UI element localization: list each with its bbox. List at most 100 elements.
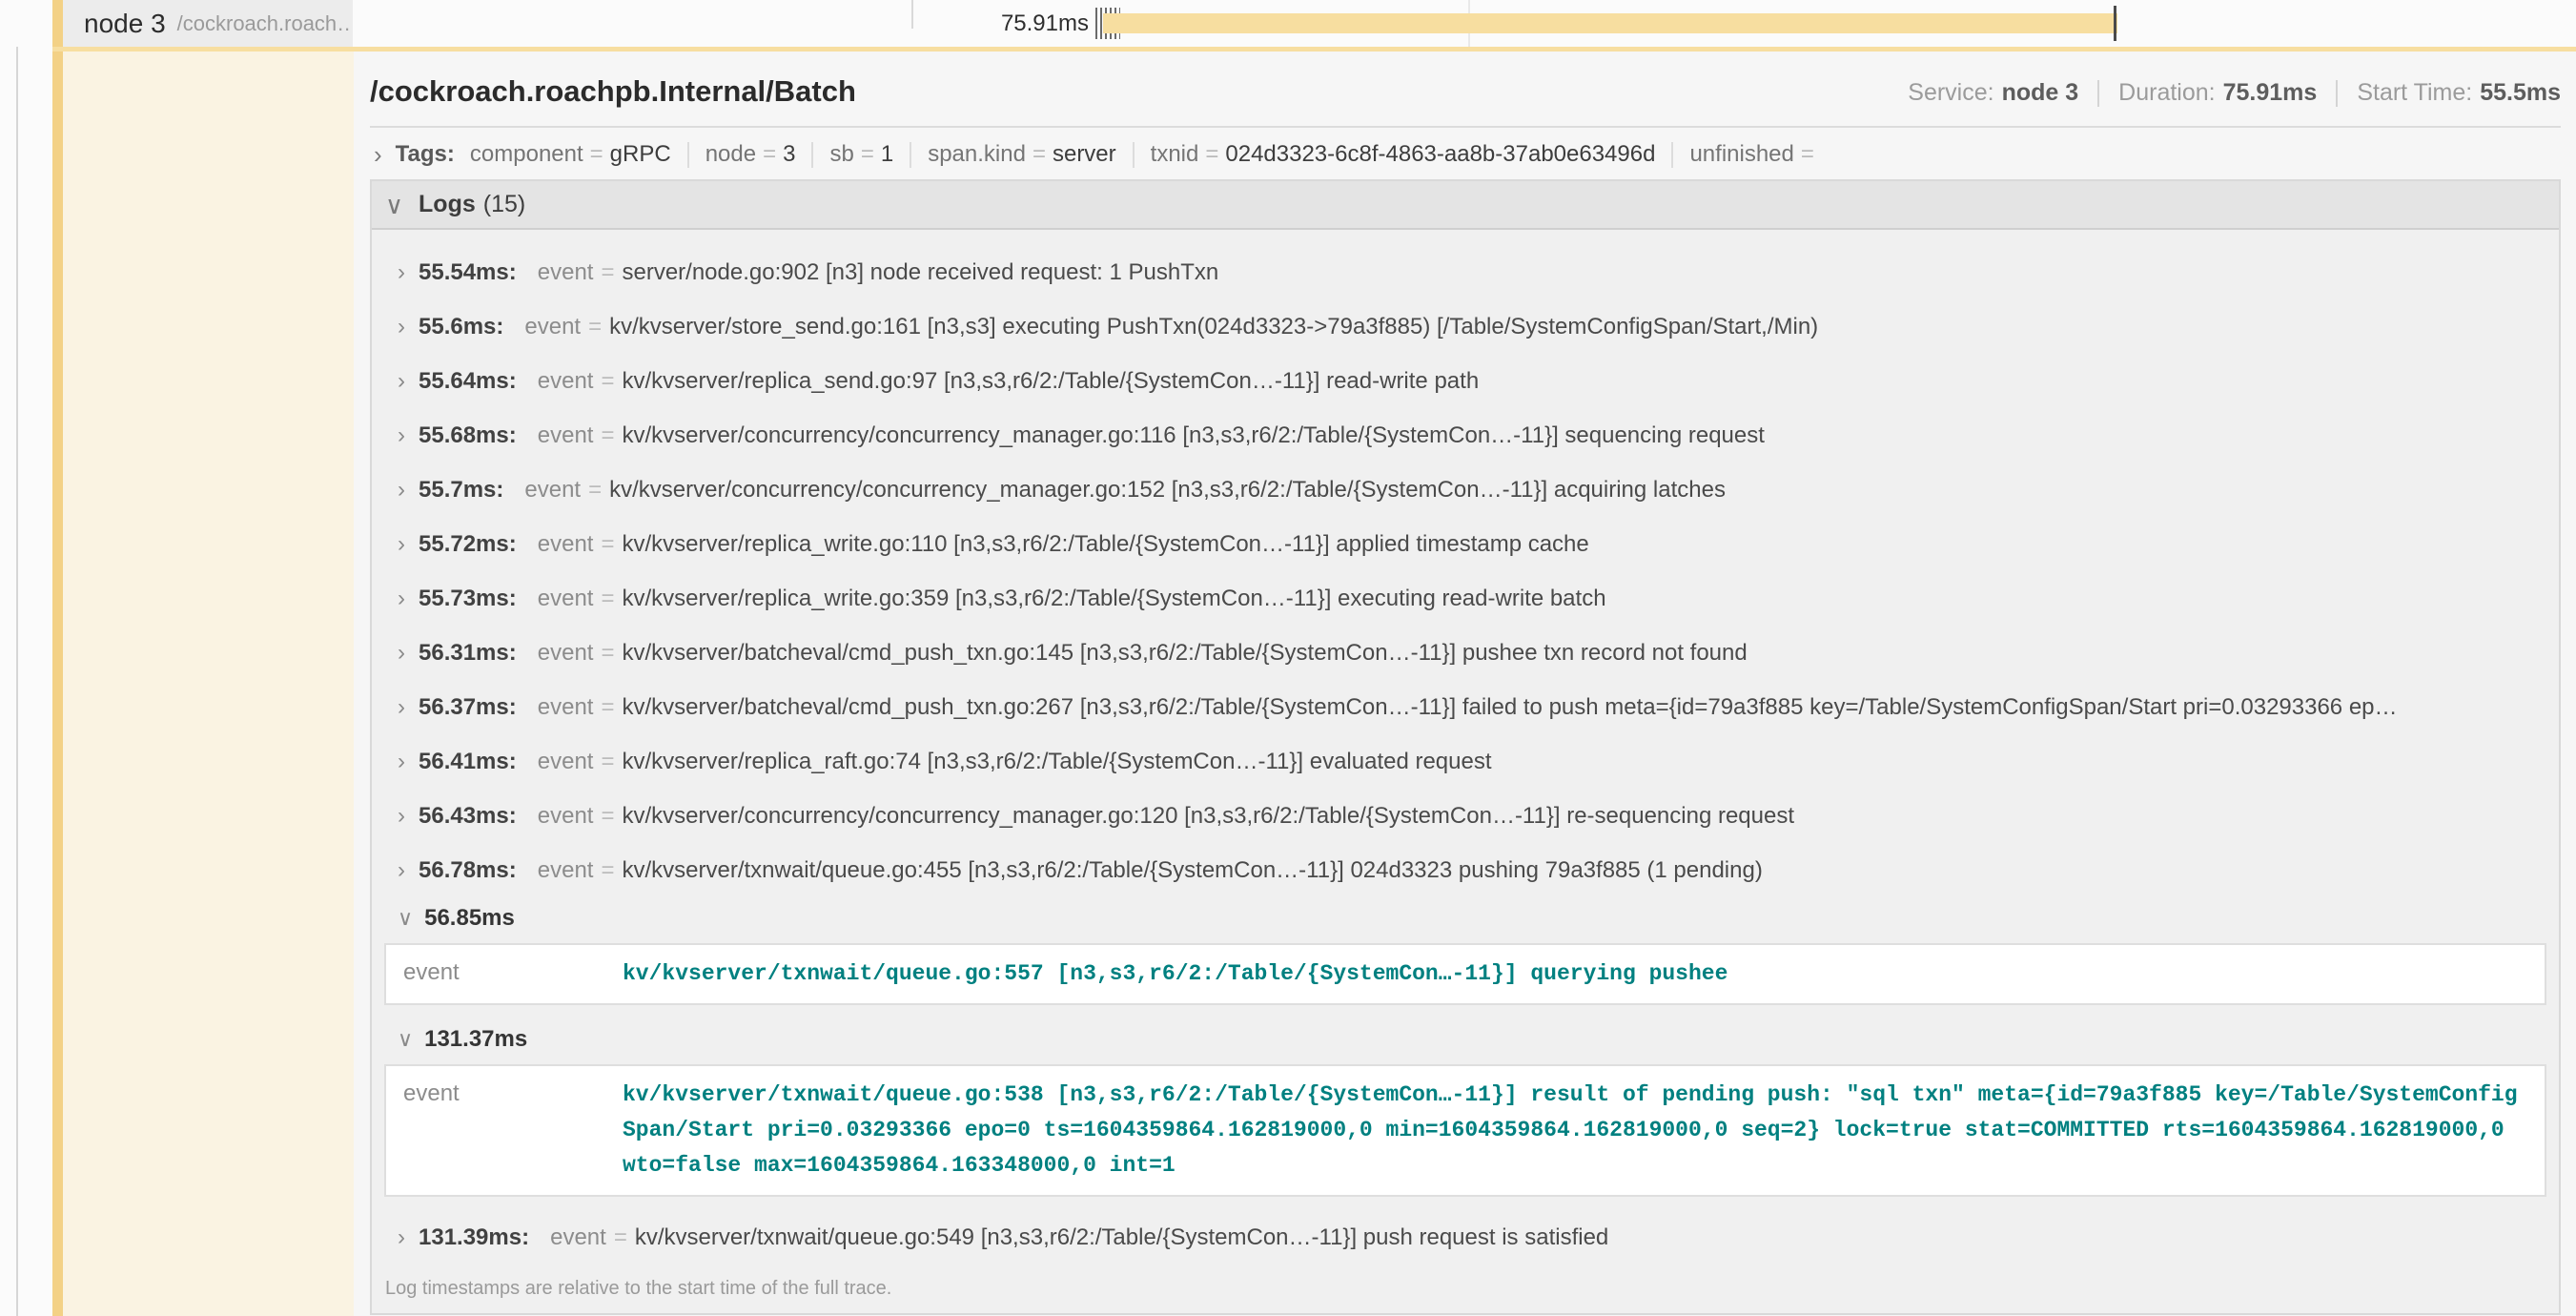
chevron-down-icon[interactable]: ∨ [385,193,403,217]
span-detail-title: /cockroach.roachpb.Internal/Batch [370,74,856,109]
chevron-right-icon[interactable]: › [398,1226,405,1249]
log-row[interactable]: › 55.73ms: event = kv/kvserver/replica_w… [372,571,2559,626]
start-time-label: Start Time: [2357,79,2472,107]
log-field-value: kv/kvserver/replica_write.go:110 [n3,s3,… [622,531,1588,558]
log-row-expanded-toggle[interactable]: ∨ 131.37ms [372,1018,2559,1060]
column-resizer[interactable] [911,0,913,29]
chevron-right-icon[interactable]: › [398,370,405,393]
tag-divider [811,142,813,168]
log-timestamp: 55.73ms: [419,586,517,612]
log-timestamp: 56.37ms: [419,694,517,721]
equals-sign: = [601,857,614,884]
log-timestamp: 131.37ms [424,1026,527,1053]
chevron-right-icon[interactable]: › [398,533,405,556]
tag-key: sb [829,141,853,168]
log-row[interactable]: › 131.39ms: event = kv/kvserver/txnwait/… [372,1210,2559,1265]
log-field-value: kv/kvserver/concurrency/concurrency_mana… [609,477,1726,504]
span-operation-name: /cockroach.roach… [177,11,353,36]
chevron-right-icon[interactable]: › [398,859,405,882]
chevron-down-icon[interactable]: ∨ [398,908,413,929]
chevron-right-icon[interactable]: › [398,424,405,447]
chevron-right-icon[interactable]: › [398,479,405,502]
logs-count: (15) [483,191,525,218]
logs-accordion: ∨ Logs (15) › 55.54ms: event = server/no… [370,179,2561,1315]
log-field-key: event [403,956,623,992]
equals-sign: = [601,368,614,395]
log-field-value: kv/kvserver/batcheval/cmd_push_txn.go:14… [622,640,1747,667]
equals-sign: = [763,141,776,168]
log-keyvalue-table: event kv/kvserver/txnwait/queue.go:557 [… [384,943,2546,1005]
log-field-value: kv/kvserver/replica_send.go:97 [n3,s3,r6… [622,368,1479,395]
log-row[interactable]: › 55.6ms: event = kv/kvserver/store_send… [372,299,2559,354]
span-detail-header: /cockroach.roachpb.Internal/Batch Servic… [370,51,2561,128]
equals-sign: = [1205,141,1218,168]
log-timestamp: 56.31ms: [419,640,517,667]
chevron-right-icon[interactable]: › [398,805,405,828]
chevron-right-icon[interactable]: › [398,587,405,610]
log-field-key: event [550,1224,606,1251]
log-field-value: kv/kvserver/concurrency/concurrency_mana… [622,803,1794,830]
chevron-right-icon[interactable]: › [398,696,405,719]
equals-sign: = [590,141,603,168]
log-field-key: event [538,531,594,558]
log-row[interactable]: › 56.43ms: event = kv/kvserver/concurren… [372,789,2559,843]
tag-key: unfinished [1689,141,1793,168]
equals-sign: = [614,1224,627,1251]
chevron-right-icon[interactable]: › [398,316,405,339]
log-field-value: kv/kvserver/txnwait/queue.go:538 [n3,s3,… [623,1078,2527,1183]
tag-key: txnid [1151,141,1199,168]
tree-gutter-line [16,0,18,1316]
equals-sign: = [601,803,614,830]
log-field-key: event [538,422,594,449]
chevron-down-icon[interactable]: ∨ [398,1029,413,1050]
log-field-key: event [524,477,581,504]
log-row[interactable]: › 55.64ms: event = kv/kvserver/replica_s… [372,354,2559,408]
equals-sign: = [601,694,614,721]
service-value: node 3 [2002,79,2079,107]
tag-key: component [470,141,583,168]
log-row[interactable]: › 56.78ms: event = kv/kvserver/txnwait/q… [372,843,2559,897]
log-row[interactable]: › 56.31ms: event = kv/kvserver/batcheval… [372,626,2559,680]
log-row[interactable]: › 56.37ms: event = kv/kvserver/batcheval… [372,680,2559,734]
log-row[interactable]: › 55.72ms: event = kv/kvserver/replica_w… [372,517,2559,571]
span-duration-label: 75.91ms [953,0,1089,47]
span-duration-bar[interactable] [1103,13,2117,33]
tag-txnid: txnid = 024d3323-6c8f-4863-aa8b-37ab0e63… [1151,141,1656,168]
span-row[interactable]: node 3 /cockroach.roach… 75.91ms [0,0,2576,47]
tag-sb: sb = 1 [829,141,893,168]
span-detail-panel: /cockroach.roachpb.Internal/Batch Servic… [354,51,2576,1316]
meta-divider [2097,80,2099,107]
meta-divider [2336,80,2338,107]
tag-value: 024d3323-6c8f-4863-aa8b-37ab0e63496d [1225,141,1655,168]
log-marker-tick-end[interactable] [2114,6,2116,41]
chevron-right-icon[interactable]: › [374,142,382,167]
log-timestamp: 56.41ms: [419,749,517,775]
log-row-expanded-toggle[interactable]: ∨ 56.85ms [372,897,2559,939]
log-row[interactable]: › 55.54ms: event = server/node.go:902 [n… [372,245,2559,299]
span-color-accent-bar [52,47,63,1316]
log-row[interactable]: › 56.41ms: event = kv/kvserver/replica_r… [372,734,2559,789]
equals-sign: = [601,749,614,775]
chevron-right-icon[interactable]: › [398,751,405,773]
log-timestamp: 55.6ms: [419,314,503,340]
log-row[interactable]: › 55.7ms: event = kv/kvserver/concurrenc… [372,463,2559,517]
chevron-right-icon[interactable]: › [398,261,405,284]
tags-accordion-toggle[interactable]: › Tags: component = gRPC node = 3 sb = 1… [374,141,2561,168]
log-field-key: event [538,857,594,884]
equals-sign: = [588,314,602,340]
log-field-key: event [538,749,594,775]
span-name-cell[interactable]: node 3 /cockroach.roach… [52,0,353,47]
chevron-right-icon[interactable]: › [398,642,405,665]
tag-value: gRPC [610,141,671,168]
span-service-name: node 3 [84,9,166,39]
tag-span-kind: span.kind = server [928,141,1115,168]
equals-sign: = [601,586,614,612]
logs-accordion-toggle[interactable]: ∨ Logs (15) [372,181,2559,230]
duration-label: Duration: [2118,79,2215,107]
log-keyvalue-table: event kv/kvserver/txnwait/queue.go:538 [… [384,1064,2546,1197]
start-time-value: 55.5ms [2480,79,2561,107]
log-field-value: kv/kvserver/txnwait/queue.go:557 [n3,s3,… [623,956,1728,992]
log-field-value: kv/kvserver/txnwait/queue.go:549 [n3,s3,… [635,1224,1608,1251]
log-field-key: event [538,694,594,721]
log-row[interactable]: › 55.68ms: event = kv/kvserver/concurren… [372,408,2559,463]
